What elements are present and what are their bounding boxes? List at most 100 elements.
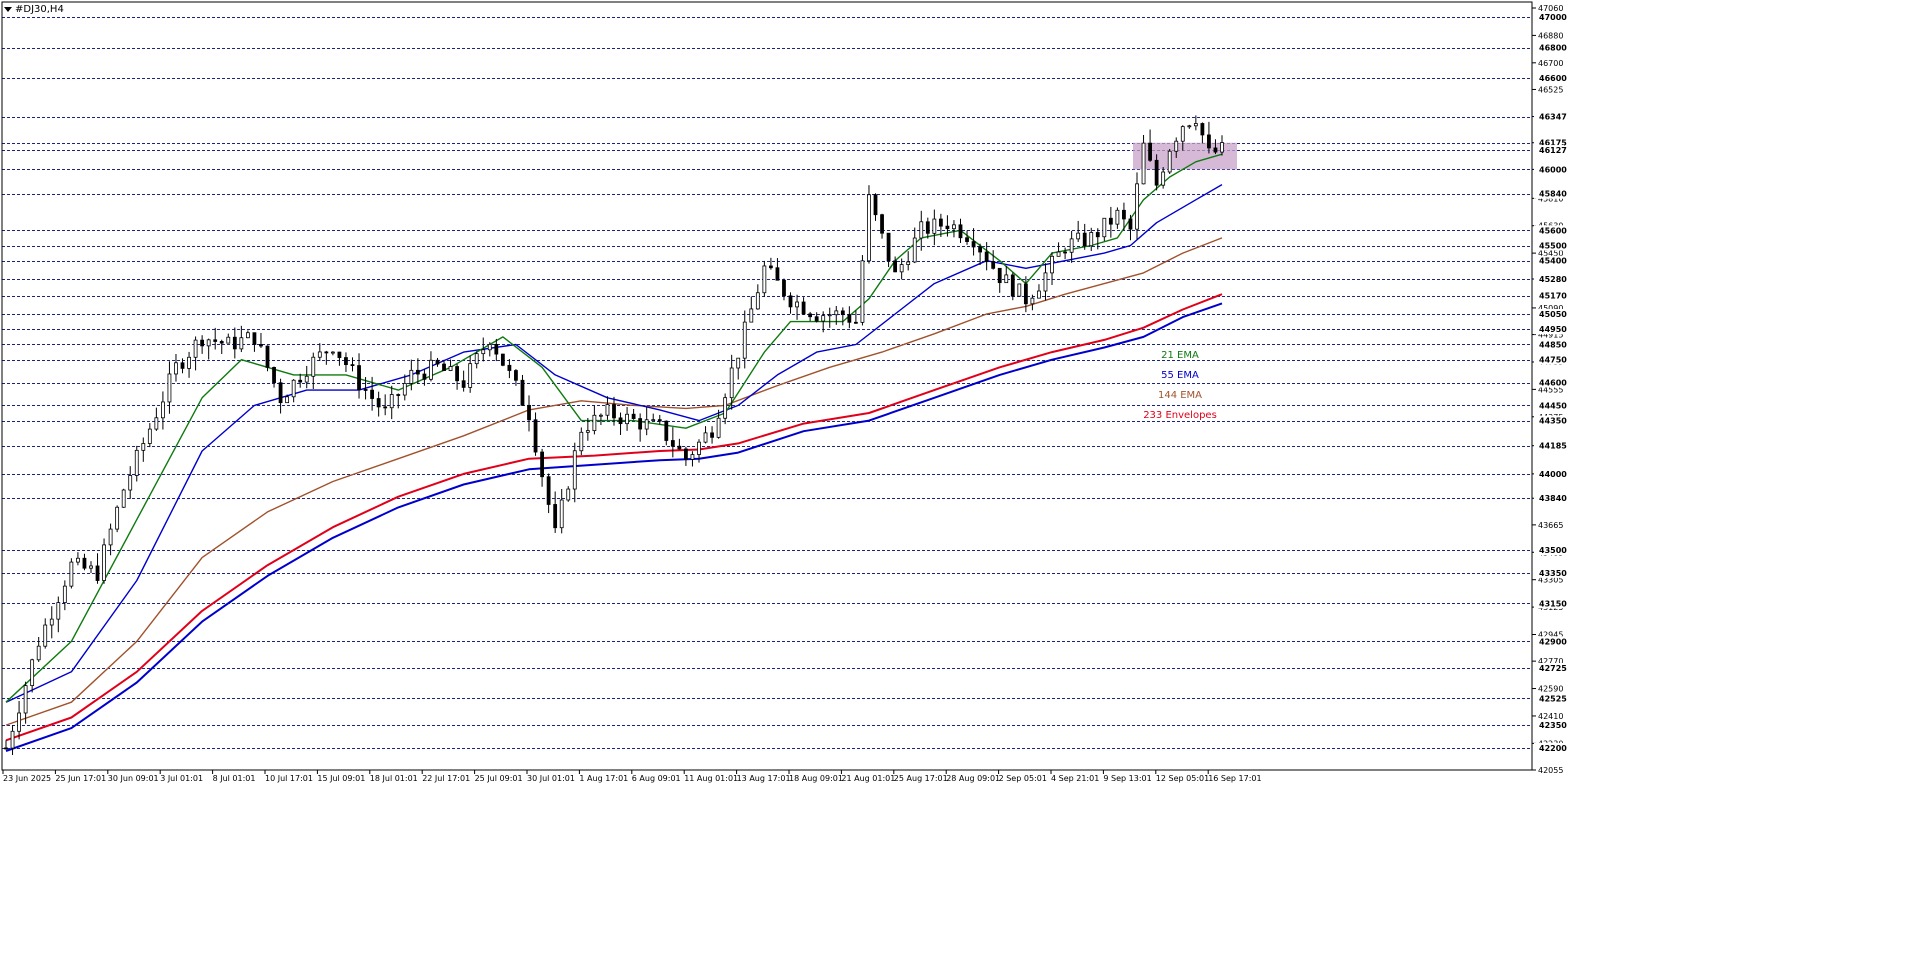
candle-body (487, 344, 492, 351)
x-tick-label: 28 Aug 09:01 (946, 774, 1000, 783)
candle-body (1213, 147, 1218, 153)
candle-body (847, 314, 852, 323)
candle-body (919, 221, 924, 239)
candle-body (527, 404, 531, 421)
candle-body (1050, 255, 1054, 274)
candle-body (350, 364, 355, 367)
candle-body (736, 357, 741, 369)
candle-body (821, 315, 826, 322)
candle-body (886, 232, 891, 262)
x-tick-label: 6 Aug 09:01 (632, 774, 681, 783)
x-tick-label: 8 Jul 01:01 (213, 774, 256, 783)
x-tick-label: 9 Sep 13:01 (1103, 774, 1151, 783)
candle-body (1010, 274, 1015, 297)
x-tick-label: 1 Aug 17:01 (579, 774, 628, 783)
candle-body (1193, 123, 1198, 127)
candle-body (141, 443, 146, 451)
candle-body (592, 414, 597, 432)
x-tick-label: 10 Jul 17:01 (265, 774, 313, 783)
candle-body (389, 394, 394, 409)
candle-body (579, 431, 584, 452)
candle-body (62, 585, 67, 604)
x-tick-label: 3 Jul 01:01 (160, 774, 203, 783)
candle-body (572, 450, 577, 490)
candle-body (710, 432, 714, 438)
candle-body (187, 356, 191, 369)
legend-entry: 55 EMA (1161, 370, 1199, 381)
price-level-label: 44450 (1539, 401, 1567, 410)
candle-body (605, 404, 610, 416)
candle-body (880, 214, 884, 234)
price-level-label: 44185 (1539, 442, 1567, 451)
candle-body (115, 506, 120, 530)
candle-body (232, 336, 237, 350)
candle-body (89, 565, 93, 569)
price-level-label: 46127 (1539, 146, 1567, 155)
candle-body (1207, 134, 1211, 149)
candle-body (442, 363, 446, 372)
candle-body (30, 659, 35, 687)
candle-body (664, 420, 669, 441)
x-tick-label: 25 Jul 09:01 (475, 774, 523, 783)
candle-body (657, 419, 662, 422)
y-tick-label: 42055 (1538, 766, 1563, 775)
x-tick-label: 12 Sep 05:01 (1156, 774, 1209, 783)
candle-body (448, 366, 453, 372)
candle-body (559, 499, 564, 529)
candle-body (585, 430, 590, 433)
candle-body (455, 366, 459, 382)
candle-body (102, 544, 106, 581)
candle-body (507, 364, 512, 371)
x-tick-label: 23 Jun 2025 (3, 774, 51, 783)
candle-body (723, 397, 728, 419)
price-level-label: 45280 (1539, 275, 1567, 284)
price-level-label: 44000 (1539, 470, 1567, 479)
chart-window[interactable]: 21 EMA 55 EMA 144 EMA 233 Envelopes 47060 46… (0, 0, 1916, 963)
y-tick-label: 46700 (1538, 59, 1563, 68)
price-chart[interactable]: 21 EMA 55 EMA 144 EMA 233 Envelopes 47060 46… (0, 0, 1916, 963)
y-tick-label: 42590 (1538, 685, 1563, 694)
price-level-label: 45050 (1539, 310, 1567, 319)
candle-body (174, 362, 178, 375)
candle-body (415, 369, 420, 375)
candle-body (952, 224, 956, 230)
x-tick-label: 2 Sep 05:01 (999, 774, 1047, 783)
ema-144-line (5, 237, 1223, 726)
dropdown-triangle-icon[interactable] (4, 7, 12, 12)
candle-body (1056, 251, 1061, 257)
candle-body (206, 339, 211, 347)
candle-body (56, 602, 61, 620)
envelope-lower-path (5, 302, 1223, 752)
price-level-label: 45600 (1539, 226, 1567, 235)
price-level-label: 46800 (1539, 44, 1567, 53)
candle-body (795, 301, 799, 308)
candle-body (1128, 218, 1133, 230)
candle-body (357, 365, 361, 390)
candle-body (638, 418, 643, 430)
candle-body (500, 353, 505, 366)
candle-body (36, 645, 41, 661)
candle-body (317, 351, 322, 358)
candle-body (853, 321, 858, 324)
candle-body (644, 419, 649, 430)
candle-body (259, 344, 263, 347)
price-level-label: 44600 (1539, 379, 1567, 388)
candle-body (383, 406, 388, 409)
candle-body (95, 565, 100, 581)
candle-body (245, 332, 250, 339)
candle-body (298, 379, 303, 383)
candle-body (1089, 232, 1094, 247)
candle-body (729, 367, 734, 399)
y-tick-label: 46880 (1538, 31, 1563, 40)
candle-body (762, 265, 767, 294)
candle-body (468, 363, 473, 388)
price-level-label: 43500 (1539, 546, 1567, 555)
x-tick-label: 25 Jun 17:01 (55, 774, 106, 783)
candle-body (396, 394, 401, 396)
price-level-label: 44750 (1539, 356, 1567, 365)
candle-body (775, 267, 780, 281)
candle-body (801, 301, 806, 315)
candle-body (409, 369, 414, 384)
x-tick-label: 25 Aug 17:01 (894, 774, 948, 783)
candle-body (435, 359, 440, 365)
